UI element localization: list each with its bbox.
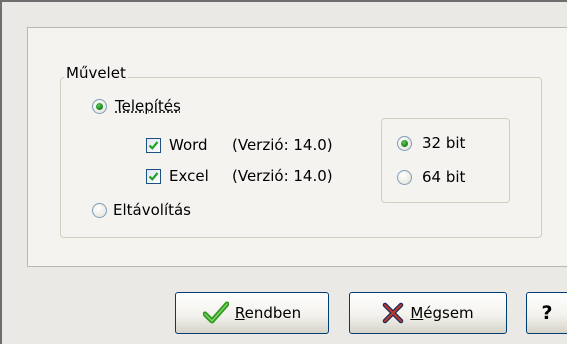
- checkmark-icon: [148, 171, 159, 181]
- word-checkbox[interactable]: [146, 137, 161, 153]
- cancel-mnemonic: M: [410, 304, 424, 322]
- bit64-radio-option[interactable]: 64 bit: [397, 166, 465, 188]
- action-group-title: Művelet: [64, 63, 128, 83]
- ok-button[interactable]: Rendben: [175, 292, 329, 334]
- word-label: Word: [169, 136, 208, 154]
- excel-label: Excel: [169, 167, 209, 185]
- bitness-groupbox: [381, 118, 510, 203]
- cancel-button[interactable]: Mégsem: [349, 292, 507, 334]
- install-label: Telepítés: [115, 97, 181, 115]
- checkmark-icon: [148, 140, 159, 150]
- x-icon: [383, 302, 404, 324]
- bit64-label: 64 bit: [422, 168, 466, 186]
- bit32-radio-option[interactable]: 32 bit: [397, 132, 465, 154]
- uninstall-radio[interactable]: [92, 202, 107, 218]
- word-version: (Verzió: 14.0): [232, 136, 333, 154]
- uninstall-label: Eltávolítás: [113, 201, 191, 219]
- cancel-label-rest: égsem: [423, 304, 474, 322]
- help-button[interactable]: ?: [526, 292, 567, 334]
- window-top-border: [0, 0, 567, 2]
- ok-button-label: Rendben: [235, 304, 301, 322]
- install-radio-option[interactable]: Telepítés: [92, 95, 181, 117]
- check-icon: [202, 301, 229, 324]
- uninstall-radio-option[interactable]: Eltávolítás: [92, 199, 191, 221]
- word-checkbox-option[interactable]: Word: [146, 134, 208, 156]
- excel-checkbox-option[interactable]: Excel: [146, 165, 209, 187]
- help-button-label: ?: [541, 302, 553, 324]
- excel-checkbox[interactable]: [146, 168, 161, 184]
- ok-mnemonic: R: [234, 304, 245, 322]
- window-left-border: [0, 0, 2, 344]
- excel-version: (Verzió: 14.0): [232, 167, 333, 185]
- bit32-label: 32 bit: [422, 134, 466, 152]
- ok-label-rest: endben: [244, 304, 302, 322]
- cancel-button-label: Mégsem: [410, 304, 473, 322]
- bit32-radio[interactable]: [397, 135, 412, 151]
- bit64-radio[interactable]: [397, 169, 412, 185]
- install-radio[interactable]: [92, 98, 107, 114]
